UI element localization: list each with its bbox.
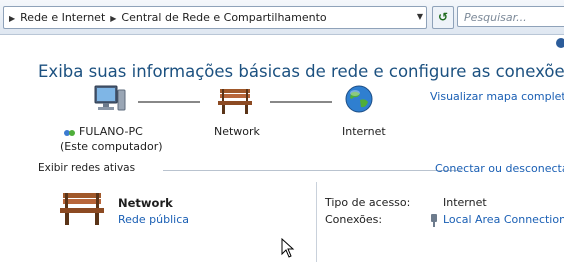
section-label: Exibir redes ativas	[38, 162, 136, 174]
network-type-link[interactable]: Rede pública	[118, 213, 189, 226]
pc-label[interactable]: FULANO-PC	[63, 125, 143, 138]
bench-icon	[60, 190, 104, 230]
computer-icon	[93, 84, 127, 120]
connect-disconnect-link[interactable]: Conectar ou desconectar	[435, 162, 564, 175]
bench-icon	[218, 87, 252, 119]
active-networks-header: Exibir redes ativas Conectar ou desconec…	[38, 162, 564, 178]
computer-small-icon	[63, 127, 77, 137]
network-label[interactable]: Network	[214, 125, 260, 138]
refresh-button[interactable]: ↺	[432, 6, 454, 29]
breadcrumb-arrow-icon[interactable]: ▶	[110, 8, 116, 28]
page-title: Exiba suas informações básicas de rede e…	[38, 62, 564, 81]
section-divider	[163, 170, 461, 171]
address-dropdown-icon[interactable]: ▼	[413, 6, 427, 27]
plug-icon	[430, 212, 438, 231]
help-icon[interactable]	[556, 38, 564, 48]
breadcrumb-item-central-rede[interactable]: Central de Rede e Compartilhamento	[121, 11, 326, 24]
search-input[interactable]: Pesquisar...	[457, 6, 564, 27]
vertical-divider	[316, 182, 317, 262]
mouse-cursor-icon	[281, 237, 295, 262]
active-network-name: Network	[118, 196, 173, 210]
internet-label[interactable]: Internet	[342, 125, 386, 138]
connection-line	[270, 101, 332, 103]
globe-icon	[344, 84, 374, 118]
pc-sublabel: (Este computador)	[60, 140, 163, 153]
local-area-connection-link[interactable]: Local Area Connection	[443, 213, 564, 226]
address-bar: ▶ Rede e Internet ▶ Central de Rede e Compa…	[0, 0, 564, 35]
breadcrumb-item-rede-internet[interactable]: Rede e Internet	[20, 11, 105, 24]
pc-name[interactable]: FULANO-PC	[79, 125, 143, 138]
breadcrumb[interactable]: ▶ Rede e Internet ▶ Central de Rede e Compa…	[3, 6, 427, 29]
view-full-map-link[interactable]: Visualizar mapa completo	[430, 90, 564, 103]
access-type-label: Tipo de acesso:	[325, 196, 411, 209]
breadcrumb-arrow-icon[interactable]: ▶	[9, 8, 15, 28]
connections-label: Conexões:	[325, 213, 383, 226]
connection-line	[138, 101, 200, 103]
access-type-value: Internet	[443, 196, 487, 209]
